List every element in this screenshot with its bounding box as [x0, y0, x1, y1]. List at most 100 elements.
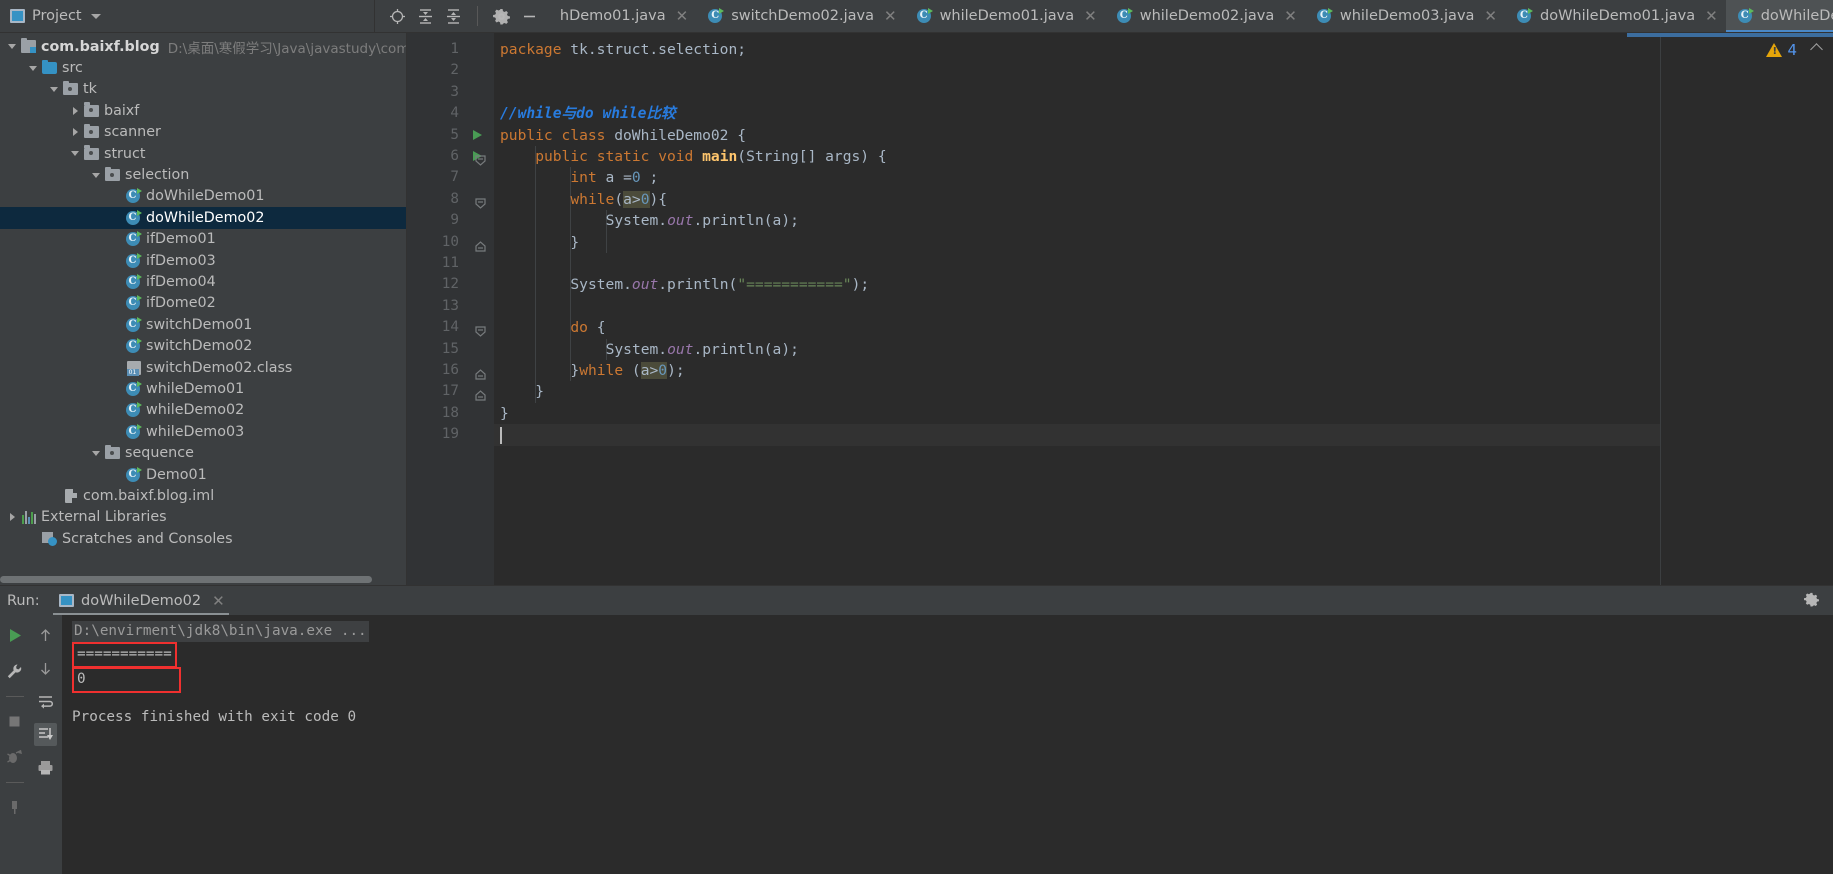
tree-item-switchDemo01[interactable]: CswitchDemo01 — [0, 314, 406, 335]
tree-item-whileDemo01[interactable]: CwhileDemo01 — [0, 378, 406, 399]
run-gutter-icon[interactable] — [473, 129, 482, 140]
chevron-right-icon[interactable] — [67, 107, 83, 115]
hide-minimize-icon[interactable] — [521, 8, 538, 25]
tree-item-whileDemo02[interactable]: CwhileDemo02 — [0, 400, 406, 421]
scrollbar-thumb[interactable] — [0, 576, 372, 583]
chevron-right-icon[interactable] — [67, 128, 83, 136]
tree-item-ifDemo03[interactable]: CifDemo03 — [0, 250, 406, 271]
console-output[interactable]: D:\envirment\jdk8\bin\java.exe ... =====… — [62, 615, 1833, 874]
code-line[interactable]: package tk.struct.selection; — [500, 39, 746, 60]
tree-item-selection[interactable]: selection — [0, 164, 406, 185]
tree-item-struct[interactable]: struct — [0, 143, 406, 164]
locate-target-icon[interactable] — [389, 8, 406, 25]
horizontal-scrollbar[interactable] — [0, 574, 406, 585]
wrench-settings-icon[interactable] — [3, 660, 26, 683]
scroll-to-end-icon[interactable] — [34, 723, 57, 746]
tree-item-baixf[interactable]: baixf — [0, 100, 406, 121]
tree-item-scanner[interactable]: scanner — [0, 122, 406, 143]
editor-tab-doWhileDemo02-java[interactable]: CdoWhileDemo02.java✕ — [1725, 0, 1833, 32]
expand-all-icon[interactable] — [417, 8, 434, 25]
tree-item-doWhileDemo01[interactable]: CdoWhileDemo01 — [0, 186, 406, 207]
fold-end-icon[interactable] — [475, 365, 486, 380]
tree-item-External Libraries[interactable]: External Libraries — [0, 507, 406, 528]
editor-tab-doWhileDemo01-java[interactable]: CdoWhileDemo01.java ✕ — [1505, 0, 1726, 32]
tree-item-label: com.baixf.blog.iml — [83, 487, 215, 504]
tree-item-src[interactable]: src — [0, 57, 406, 78]
code-line[interactable]: int a =0 ; — [570, 167, 658, 188]
code-line[interactable]: } — [570, 232, 579, 253]
close-icon[interactable]: ✕ — [1481, 8, 1497, 24]
chevron-right-icon[interactable] — [4, 513, 20, 521]
collapse-all-icon[interactable] — [445, 8, 462, 25]
project-tree-panel[interactable]: com.baixf.blog D:\桌面\寒假学习\Java\javastudy\… — [0, 33, 407, 585]
code-line[interactable]: } — [535, 381, 544, 402]
fold-collapse-icon[interactable] — [475, 322, 486, 337]
debug-dead-icon[interactable] — [3, 746, 26, 769]
code-editor[interactable]: 1 2 3 4 5 6 7 8 9 10 11 12 13 14 15 16 17 18 19 package tk… — [407, 33, 1833, 585]
code-line[interactable]: public class doWhileDemo02 { — [500, 125, 746, 146]
editor-tab-whileDemo02-java[interactable]: CwhileDemo02.java ✕ — [1105, 0, 1305, 32]
stop-icon[interactable] — [3, 710, 26, 733]
rerun-icon[interactable] — [3, 624, 26, 647]
fold-end-icon[interactable] — [475, 237, 486, 252]
fold-gutter[interactable] — [467, 33, 494, 585]
print-icon[interactable] — [34, 756, 57, 779]
chevron-down-icon[interactable] — [67, 151, 83, 156]
inspection-status[interactable]: 4 — [1766, 41, 1797, 59]
chevron-down-icon[interactable] — [46, 87, 62, 92]
tree-item-doWhileDemo02[interactable]: CdoWhileDemo02 — [0, 207, 406, 229]
tree-item-tk[interactable]: tk — [0, 79, 406, 100]
close-icon[interactable]: ✕ — [881, 8, 897, 24]
settings-gear-icon[interactable] — [492, 8, 510, 25]
editor-tab-whileDemo03-java[interactable]: CwhileDemo03.java ✕ — [1305, 0, 1505, 32]
tree-item-com-baixf-blog-iml[interactable]: com.baixf.blog.iml — [0, 485, 406, 506]
tree-item-ifDemo04[interactable]: CifDemo04 — [0, 271, 406, 292]
editor-tab-whileDemo01-java[interactable]: CwhileDemo01.java ✕ — [905, 0, 1105, 32]
editor-tab-hDemo01-java[interactable]: hDemo01.java ✕ — [548, 0, 696, 32]
close-icon[interactable]: ✕ — [208, 592, 225, 610]
chevron-down-icon[interactable] — [25, 66, 41, 71]
code-token: do — [570, 319, 588, 337]
code-line[interactable]: System.out.println(a); — [606, 210, 799, 231]
tree-item-ifDome02[interactable]: CifDome02 — [0, 293, 406, 314]
code-line[interactable]: public static void main(String[] args) { — [535, 146, 886, 167]
fold-collapse-icon[interactable] — [475, 151, 486, 166]
fold-collapse-icon[interactable] — [475, 194, 486, 209]
chevron-down-icon[interactable] — [88, 451, 104, 456]
editor-tab-switchDemo02-java[interactable]: CswitchDemo02.java ✕ — [696, 0, 904, 32]
chevron-down-icon[interactable] — [4, 44, 20, 49]
editor-tab-label: whileDemo02.java — [1139, 8, 1275, 24]
close-icon[interactable]: ✕ — [673, 8, 689, 24]
tree-item-whileDemo03[interactable]: CwhileDemo03 — [0, 421, 406, 442]
tree-item-switchDemo02-class[interactable]: switchDemo02.class — [0, 357, 406, 378]
code-content[interactable]: package tk.struct.selection; //while与do w… — [494, 33, 1660, 585]
close-icon[interactable]: ✕ — [1702, 8, 1718, 24]
gear-icon[interactable] — [1804, 592, 1819, 611]
chevron-up-icon[interactable] — [1810, 43, 1823, 56]
close-icon[interactable]: ✕ — [1081, 8, 1097, 24]
project-tool-window-header[interactable]: Project — [0, 0, 375, 32]
tree-item-Demo01[interactable]: C Demo01 — [0, 464, 406, 485]
code-line[interactable]: do { — [570, 317, 605, 338]
tree-item-com-baixf-blog[interactable]: com.baixf.blog D:\桌面\寒假学习\Java\javastudy\… — [0, 36, 406, 57]
close-icon[interactable]: ✕ — [1281, 8, 1297, 24]
tree-item-sequence[interactable]: sequence — [0, 442, 406, 463]
tree-item-Scratches and Consoles[interactable]: Scratches and Consoles — [0, 528, 406, 549]
pin-icon[interactable] — [3, 796, 26, 819]
java-class-icon: C — [125, 252, 142, 269]
tree-item-ifDemo01[interactable]: CifDemo01 — [0, 229, 406, 250]
run-tab[interactable]: doWhileDemo02 ✕ — [49, 586, 233, 615]
arrow-down-icon[interactable] — [34, 657, 57, 680]
code-line[interactable]: System.out.println("==========="); — [570, 274, 869, 295]
code-line[interactable]: }while (a>0); — [570, 360, 685, 381]
code-line[interactable]: System.out.println(a); — [606, 339, 799, 360]
soft-wrap-icon[interactable] — [34, 690, 57, 713]
fold-end-icon[interactable] — [475, 386, 486, 401]
code-line[interactable]: } — [500, 403, 509, 424]
arrow-up-icon[interactable] — [34, 624, 57, 647]
tree-item-switchDemo02[interactable]: CswitchDemo02 — [0, 335, 406, 356]
code-line[interactable]: while(a>0){ — [570, 189, 667, 210]
chevron-down-icon[interactable] — [88, 173, 104, 178]
code-line[interactable]: //while与do while比较 — [500, 103, 676, 124]
chevron-down-icon[interactable] — [90, 13, 101, 19]
